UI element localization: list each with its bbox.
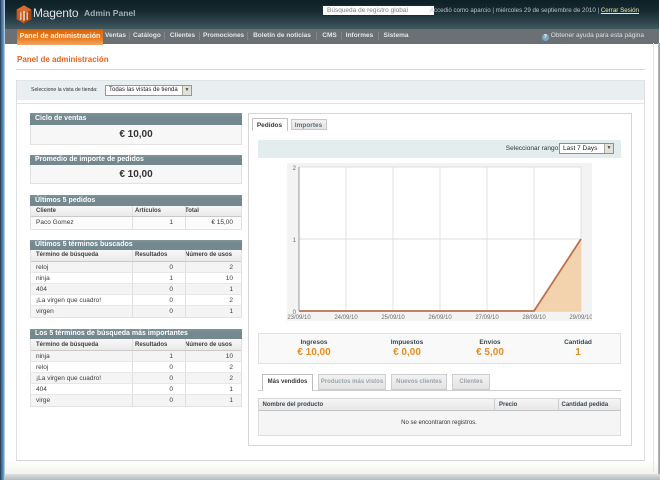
svg-text:29/09/10: 29/09/10: [569, 315, 592, 321]
svg-text:24/09/10: 24/09/10: [334, 315, 358, 321]
svg-text:23/09/10: 23/09/10: [287, 315, 311, 321]
svg-text:28/09/10: 28/09/10: [522, 315, 546, 321]
svg-text:26/09/10: 26/09/10: [428, 315, 452, 321]
svg-text:25/09/10: 25/09/10: [381, 315, 405, 321]
svg-text:27/09/10: 27/09/10: [475, 315, 499, 321]
